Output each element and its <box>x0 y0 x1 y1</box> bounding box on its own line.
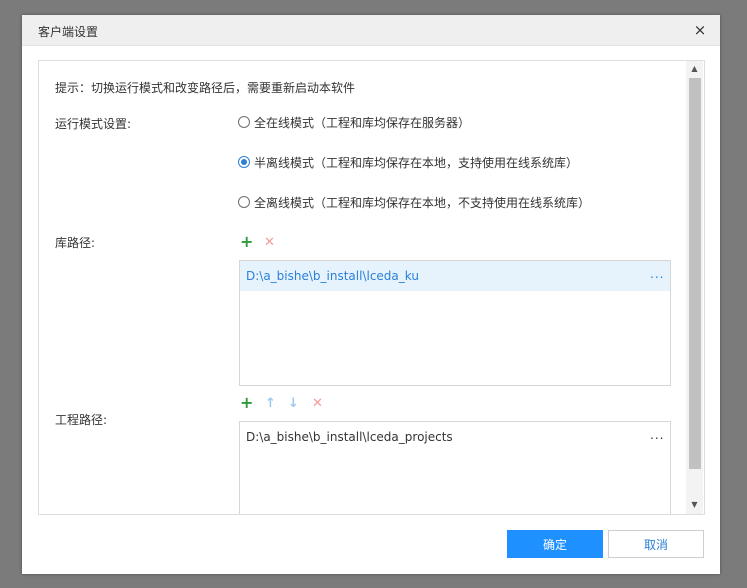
library-path-row[interactable]: D:\a_bishe\b_install\lceda_ku ... <box>240 261 670 291</box>
scroll-up-arrow-icon[interactable]: ▲ <box>686 61 703 77</box>
run-mode-semi-offline-option[interactable]: 半离线模式（工程和库均保存在本地，支持使用在线系统库） <box>238 154 578 170</box>
library-path-label: 库路径: <box>55 236 96 250</box>
radio-offline-label[interactable]: 全离线模式（工程和库均保存在本地，不支持使用在线系统库） <box>254 194 590 211</box>
run-mode-online-option[interactable]: 全在线模式（工程和库均保存在服务器） <box>238 114 470 130</box>
project-path-browse-button[interactable]: ... <box>650 428 664 442</box>
project-path-list: D:\a_bishe\b_install\lceda_projects ... <box>239 421 671 514</box>
radio-semi-offline-label[interactable]: 半离线模式（工程和库均保存在本地，支持使用在线系统库） <box>254 154 578 171</box>
project-path-value[interactable]: D:\a_bishe\b_install\lceda_projects <box>246 430 453 444</box>
project-path-label: 工程路径: <box>55 413 108 427</box>
scroll-down-arrow-icon[interactable]: ▼ <box>686 497 703 513</box>
move-down-icon[interactable]: ↓ <box>288 396 299 412</box>
remove-project-path-icon[interactable]: ✕ <box>312 396 323 412</box>
project-path-row[interactable]: D:\a_bishe\b_install\lceda_projects ... <box>240 422 670 452</box>
radio-online[interactable] <box>238 116 250 128</box>
scrollbar-thumb[interactable] <box>689 78 701 469</box>
ok-button[interactable]: 确定 <box>507 530 603 558</box>
close-icon[interactable]: × <box>690 20 710 40</box>
dialog-title: 客户端设置 <box>38 25 99 39</box>
library-path-browse-button[interactable]: ... <box>650 267 664 281</box>
radio-online-label[interactable]: 全在线模式（工程和库均保存在服务器） <box>254 114 470 131</box>
vertical-scrollbar[interactable]: ▲ ▼ <box>686 61 703 514</box>
run-mode-offline-option[interactable]: 全离线模式（工程和库均保存在本地，不支持使用在线系统库） <box>238 194 590 210</box>
cancel-button[interactable]: 取消 <box>608 530 704 558</box>
add-library-path-icon[interactable]: + <box>240 234 253 250</box>
remove-library-path-icon[interactable]: ✕ <box>264 235 275 251</box>
run-mode-label: 运行模式设置: <box>55 117 132 131</box>
radio-semi-offline[interactable] <box>238 156 250 168</box>
library-path-list: D:\a_bishe\b_install\lceda_ku ... <box>239 260 671 386</box>
add-project-path-icon[interactable]: + <box>240 395 253 411</box>
library-path-value[interactable]: D:\a_bishe\b_install\lceda_ku <box>246 269 419 283</box>
move-up-icon[interactable]: ↑ <box>265 396 276 412</box>
title-bar: 客户端设置 × <box>22 15 720 46</box>
settings-panel: 提示：切换运行模式和改变路径后，需要重新启动本软件 运行模式设置: 全在线模式（… <box>38 60 705 515</box>
radio-offline[interactable] <box>238 196 250 208</box>
restart-hint: 提示：切换运行模式和改变路径后，需要重新启动本软件 <box>55 81 356 95</box>
client-settings-dialog: 客户端设置 × 提示：切换运行模式和改变路径后，需要重新启动本软件 运行模式设置… <box>22 15 720 574</box>
